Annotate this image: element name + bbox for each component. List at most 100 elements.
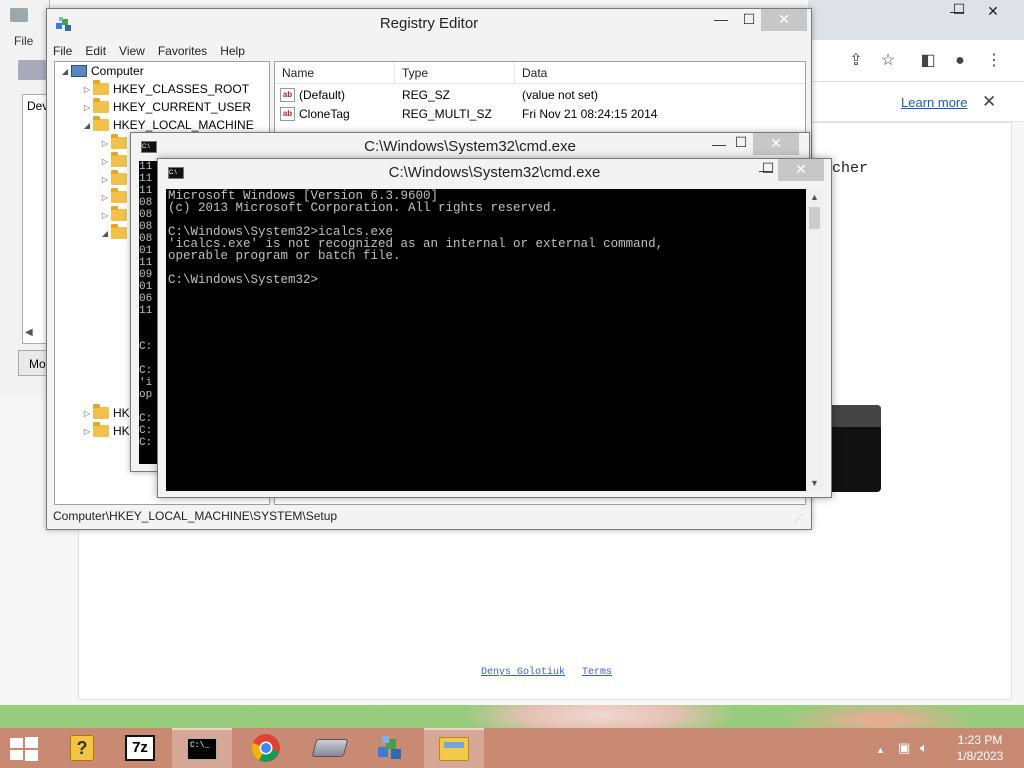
- chrome-icon[interactable]: [236, 728, 296, 768]
- menu-edit[interactable]: Edit: [79, 41, 113, 61]
- clock[interactable]: 1:23 PM 1/8/2023: [950, 732, 1010, 764]
- drive-icon: [18, 60, 46, 80]
- network-icon[interactable]: ▣: [898, 740, 910, 756]
- menu-help[interactable]: Help: [214, 41, 252, 61]
- tree-node-hkcu[interactable]: ▷ HKEY_CURRENT_USER: [81, 98, 251, 116]
- 7zip-icon[interactable]: 7z: [110, 728, 170, 768]
- string-value-icon: ab: [280, 88, 295, 102]
- info-bar-close-icon[interactable]: ✕: [982, 92, 996, 112]
- vertical-scrollbar[interactable]: ▲ ▼: [806, 189, 823, 491]
- tree-node-label: HKEY_CURRENT_USER: [113, 100, 252, 114]
- clock-time: 1:23 PM: [957, 733, 1003, 747]
- console-prompt: C:\Windows\System32>: [168, 273, 319, 287]
- profile-avatar-icon[interactable]: ●: [950, 51, 970, 71]
- bookmark-star-icon[interactable]: ☆: [878, 51, 898, 71]
- tree-node-subkey[interactable]: ▷: [99, 188, 131, 206]
- menu-view[interactable]: View: [113, 41, 152, 61]
- taskbar: ? 7z C:\_ ▲ ▣ 🔈︎ 1:23 PM 1/8/2023: [0, 728, 1024, 768]
- footer-link-terms[interactable]: Terms: [582, 667, 612, 678]
- string-value-icon: ab: [280, 107, 295, 121]
- close-button[interactable]: ✕: [761, 9, 807, 31]
- list-header: Name Type Data: [275, 62, 805, 84]
- tree-node-label: HKEY_CLASSES_ROOT: [113, 82, 250, 96]
- column-header-name[interactable]: Name: [275, 62, 395, 84]
- list-item[interactable]: ab (Default) REG_SZ (value not set): [275, 86, 805, 105]
- more-menu-icon[interactable]: ⋮: [984, 51, 1004, 71]
- tree-node-label: HK: [113, 406, 130, 420]
- value-type: REG_SZ: [402, 88, 451, 102]
- tree-node-hkcr[interactable]: ▷ HKEY_CLASSES_ROOT: [81, 80, 249, 98]
- background-explorer-window: File Dev ◀ Mo: [0, 0, 50, 398]
- value-data: Fri Nov 21 08:24:15 2014: [522, 107, 658, 121]
- expand-arrow-icon[interactable]: ▷: [81, 85, 93, 94]
- page-dark-panel-header: [832, 405, 881, 427]
- menu-bar: File Edit View Favorites Help: [47, 41, 252, 61]
- menu-favorites[interactable]: Favorites: [152, 41, 214, 61]
- tree-node-subkey[interactable]: ▷: [99, 134, 131, 152]
- folder-icon: [93, 116, 109, 131]
- scroll-left-icon[interactable]: ◀: [25, 327, 33, 338]
- tree-node-computer[interactable]: ◢ Computer: [59, 62, 144, 80]
- console-line: (c) 2013 Microsoft Corporation. All righ…: [168, 201, 559, 215]
- share-icon[interactable]: ⇪: [846, 51, 866, 71]
- value-name: (Default): [299, 88, 346, 102]
- learn-more-link[interactable]: Learn more: [901, 95, 967, 110]
- tree-node-label: Computer: [91, 64, 144, 78]
- folder-icon: [111, 206, 127, 221]
- file-explorer-icon[interactable]: [424, 728, 484, 768]
- column-header-type[interactable]: Type: [395, 62, 515, 84]
- value-data: (value not set): [522, 88, 599, 102]
- folder-icon: [111, 152, 127, 167]
- cmd-window: C:\ C:\Windows\System32\cmd.exe — ☐ ✕ Mi…: [157, 158, 832, 498]
- computer-icon: [71, 65, 87, 77]
- scroll-up-icon[interactable]: ▲: [806, 189, 823, 205]
- browser-maximize-button[interactable]: ☐: [942, 0, 976, 22]
- footer-link-author[interactable]: Denys Golotiuk: [481, 667, 565, 678]
- folder-icon: [93, 98, 109, 113]
- status-bar-path: Computer\HKEY_LOCAL_MACHINE\SYSTEM\Setup: [53, 509, 338, 523]
- browser-close-button[interactable]: ✕: [976, 0, 1010, 24]
- resize-grip-icon[interactable]: ⋰: [794, 513, 803, 524]
- expand-arrow-icon[interactable]: ◢: [81, 121, 93, 130]
- menu-file[interactable]: File: [47, 41, 79, 61]
- tree-node-subkey[interactable]: ▷: [99, 152, 131, 170]
- expand-arrow-icon[interactable]: ▷: [81, 103, 93, 112]
- value-type: REG_MULTI_SZ: [402, 107, 492, 121]
- regedit-icon[interactable]: [360, 728, 420, 768]
- page-partial-text: cher: [832, 160, 869, 177]
- help-icon[interactable]: ?: [52, 728, 112, 768]
- scroll-down-icon[interactable]: ▼: [806, 475, 823, 491]
- window-title: Registry Editor: [379, 15, 479, 32]
- console-output[interactable]: Microsoft Windows [Version 6.3.9600] (c)…: [166, 189, 806, 491]
- folder-icon: [93, 422, 109, 437]
- tree-node-hkcc[interactable]: ▷ HK: [81, 422, 130, 440]
- close-button[interactable]: ✕: [778, 159, 824, 181]
- folder-icon: [111, 134, 127, 149]
- console-line: operable program or batch file.: [168, 249, 401, 263]
- tree-node-subkey[interactable]: ▷: [99, 206, 131, 224]
- clock-date: 1/8/2023: [956, 749, 1004, 763]
- list-item[interactable]: ab CloneTag REG_MULTI_SZ Fri Nov 21 08:2…: [275, 105, 805, 124]
- expand-arrow-icon[interactable]: ◢: [59, 67, 71, 76]
- side-panel-icon[interactable]: ◧: [918, 51, 938, 71]
- tree-node-subkey[interactable]: ▷: [99, 170, 131, 188]
- tree-node-label: HKEY_LOCAL_MACHINE: [113, 118, 254, 132]
- column-header-data[interactable]: Data: [515, 62, 805, 84]
- back-window-file-menu[interactable]: File: [14, 34, 33, 48]
- close-button[interactable]: ✕: [753, 133, 799, 155]
- start-button[interactable]: [8, 737, 38, 761]
- drive-icon[interactable]: [300, 728, 360, 768]
- tree-node-hku[interactable]: ▷ HK: [81, 404, 130, 422]
- cmd-taskbar-button[interactable]: C:\_: [172, 728, 232, 768]
- tree-node-subkey[interactable]: ◢: [99, 224, 131, 242]
- value-name: CloneTag: [299, 107, 350, 121]
- folder-icon: [93, 404, 109, 419]
- show-hidden-icons[interactable]: ▲: [876, 745, 885, 755]
- folder-icon: [111, 170, 127, 185]
- folder-icon: [93, 80, 109, 95]
- folder-icon: [111, 224, 127, 239]
- folder-icon: [111, 188, 127, 203]
- volume-icon[interactable]: 🔈︎: [920, 740, 928, 756]
- drive-icon: [10, 8, 28, 22]
- scrollbar-thumb[interactable]: [809, 207, 820, 229]
